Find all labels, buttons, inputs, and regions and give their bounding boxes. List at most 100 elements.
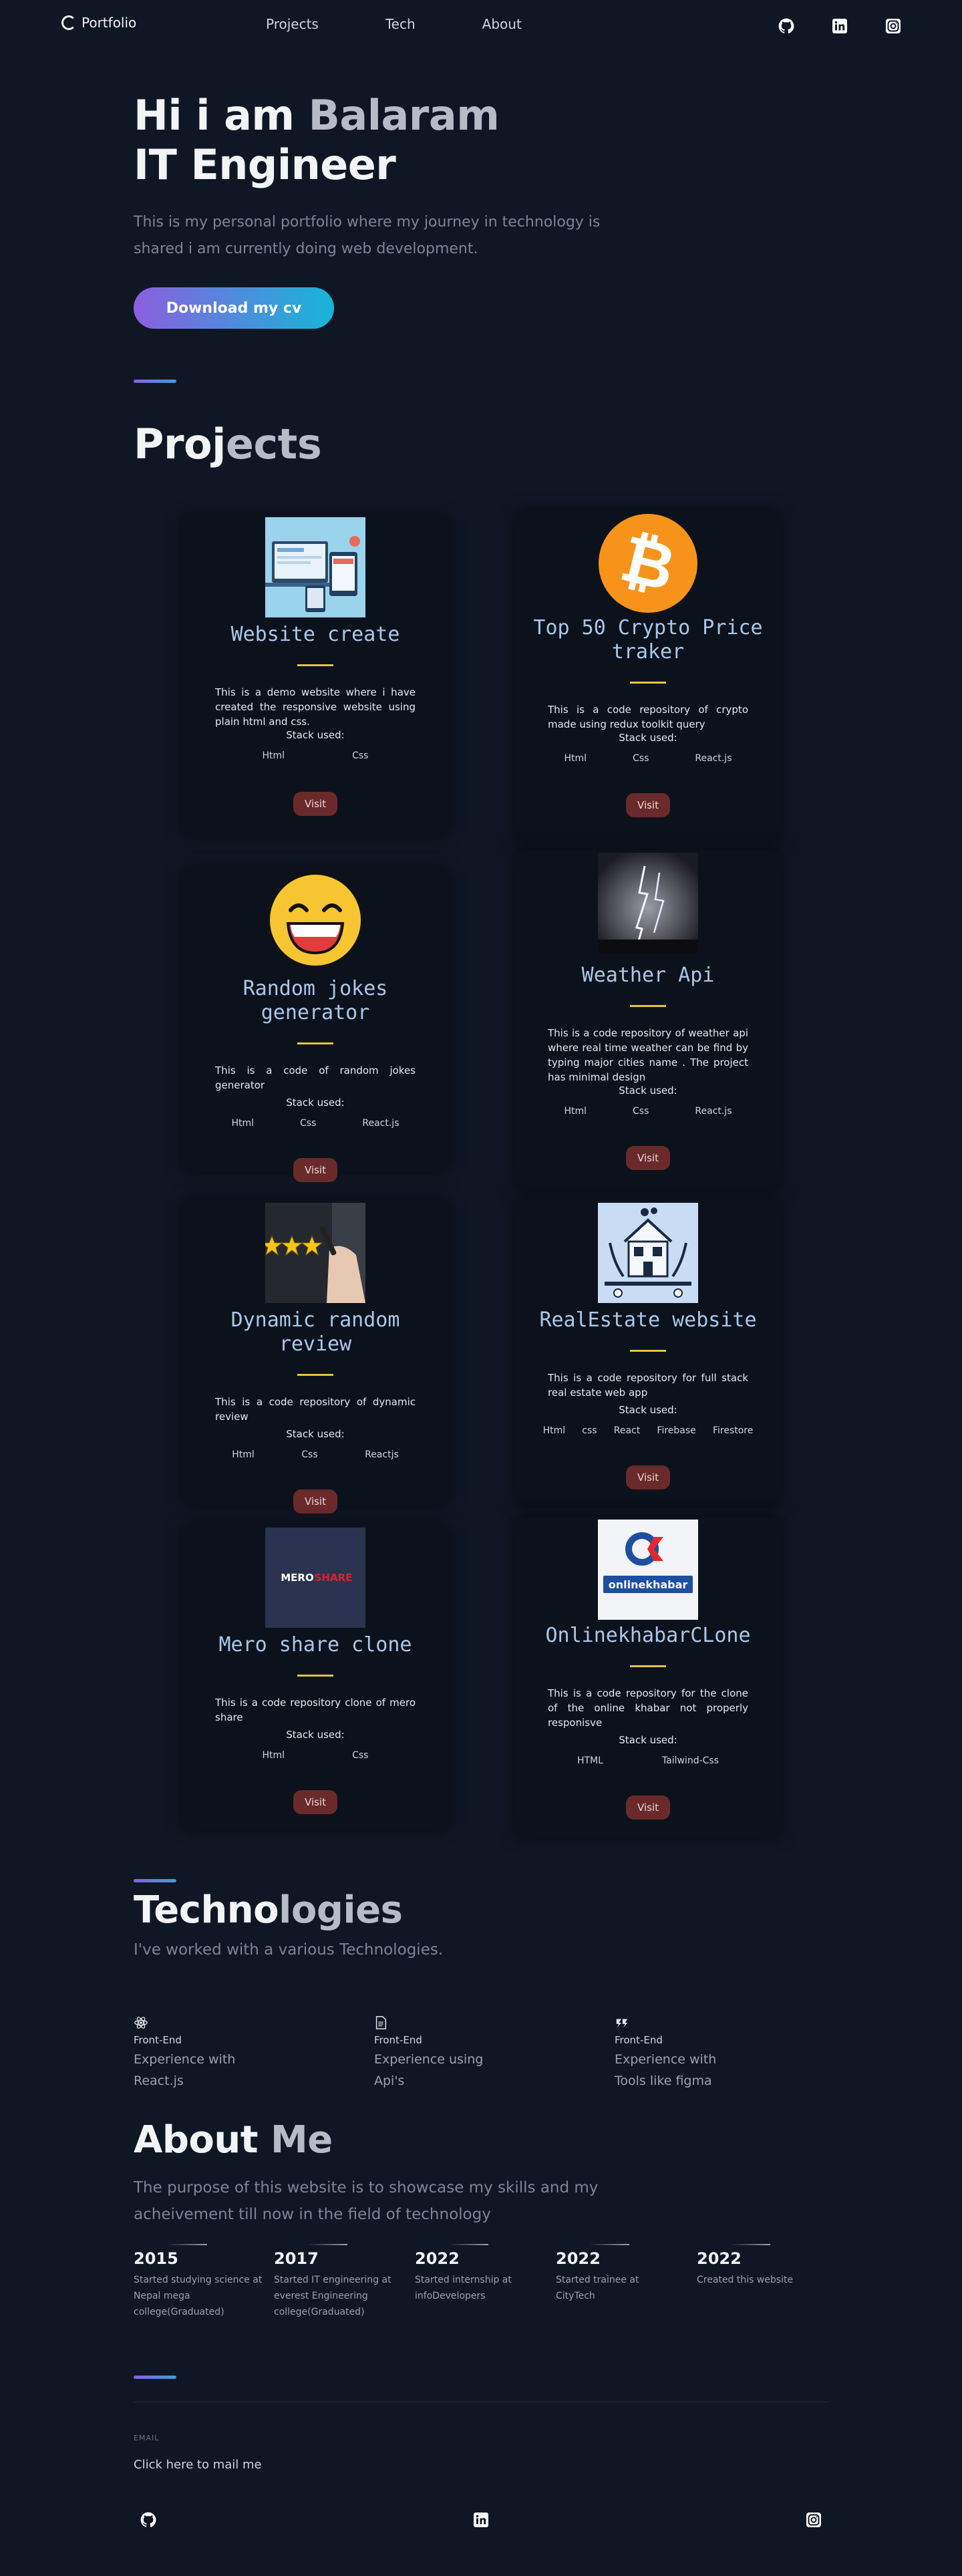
card-divider: [297, 1374, 333, 1376]
card-stack-list: Html Css React.js: [541, 1106, 755, 1117]
stack-item: React.js: [362, 1118, 399, 1129]
card-title: Top 50 Crypto Price traker: [533, 616, 763, 664]
card-divider: [630, 1005, 666, 1007]
stack-item: css: [582, 1425, 597, 1436]
footer-accent-bar: [134, 2376, 176, 2379]
tech-category: Front-End: [615, 2034, 663, 2046]
brand-logo-link[interactable]: Portfolio: [61, 15, 136, 31]
card-title: Website create: [230, 623, 400, 646]
download-cv-button[interactable]: Download my cv: [134, 287, 334, 329]
brand-logo-icon: [61, 15, 76, 30]
about-heading: About Me: [134, 2118, 333, 2162]
card-divider: [630, 1350, 666, 1352]
house-sketch-image: [598, 1203, 698, 1303]
card-stack-list: Html Css React.js: [541, 753, 755, 764]
project-card-dynamic-review: Dynamic random review This is a code rep…: [182, 1200, 449, 1514]
github-icon[interactable]: [139, 2511, 158, 2529]
timeline-year: 2022: [556, 2244, 629, 2268]
tech-item-figma: Front-End Experience with Tools like fig…: [615, 2015, 828, 2092]
hero-greeting: Hi i am: [134, 91, 309, 140]
tech-item-react: Front-End Experience with React.js: [134, 2015, 347, 2092]
card-description: This is a code repository of weather api…: [548, 1027, 748, 1083]
tech-category: Front-End: [374, 2034, 422, 2046]
stack-item: Css: [300, 1118, 317, 1129]
visit-button[interactable]: Visit: [293, 792, 337, 816]
stack-item: Html: [262, 750, 285, 761]
card-stack-list: Html Css Reactjs: [208, 1449, 422, 1460]
nav-social-icons: [778, 17, 902, 35]
projects-accent-bar: [134, 380, 176, 383]
stack-item: Css: [633, 753, 649, 764]
card-description: This is a code repository of crypto made…: [548, 704, 748, 730]
project-card-onlinekhabar: onlinekhabar OnlinekhabarCLone This is a…: [514, 1517, 782, 1838]
visit-button[interactable]: Visit: [626, 793, 670, 817]
nav-link-tech[interactable]: Tech: [385, 16, 416, 32]
github-icon[interactable]: [778, 17, 795, 35]
tech-description: Experience with React.js: [134, 2052, 236, 2088]
email-label: EMAIL: [134, 2434, 160, 2442]
card-title: Dynamic random review: [230, 1308, 400, 1356]
project-card-realestate: RealEstate website This is a code reposi…: [514, 1200, 782, 1505]
stack-item: Html: [564, 753, 587, 764]
tech-description: Experience using Api's: [374, 2052, 484, 2088]
timeline-description: Started IT engineering at everest Engine…: [274, 2275, 391, 2317]
bitcoin-image: ₿: [599, 514, 697, 613]
projects-heading-b: ects: [225, 420, 322, 468]
card-divider: [297, 664, 333, 666]
linkedin-icon[interactable]: [472, 2511, 490, 2529]
project-card-crypto-tracker: ₿ Top 50 Crypto Price traker This is a c…: [514, 511, 782, 841]
stack-item: Html: [542, 1425, 566, 1436]
card-title: OnlinekhabarCLone: [545, 1624, 751, 1647]
stack-item: Css: [352, 1750, 369, 1761]
card-stack-list: Html Css: [228, 750, 402, 761]
card-stack-list: Html Css React.js: [208, 1118, 422, 1129]
nav-link-projects[interactable]: Projects: [266, 16, 319, 32]
stack-item: Html: [262, 1750, 285, 1761]
about-subtitle: The purpose of this website is to showca…: [134, 2179, 599, 2223]
react-icon: [134, 2015, 150, 2031]
project-card-weather-api: Weather Api This is a code repository of…: [514, 850, 782, 1189]
card-stack-label: Stack used:: [619, 1404, 677, 1416]
card-description: This is a code repository for full stack…: [548, 1372, 748, 1399]
hero-role: IT Engineer: [134, 140, 396, 189]
card-stack-label: Stack used:: [619, 1085, 677, 1097]
timeline-year: 2017: [274, 2244, 347, 2268]
timeline-item: 2017 Started IT engineering at everest E…: [274, 2244, 408, 2320]
stack-item: Reactjs: [365, 1449, 399, 1460]
svg-text:SHARE: SHARE: [315, 1572, 353, 1584]
stack-item: Css: [352, 750, 369, 761]
project-card-mero-share: MERO SHARE Mero share clone This is a co…: [182, 1525, 449, 1830]
visit-button[interactable]: Visit: [293, 1489, 337, 1514]
card-description: This is a demo website where i have crea…: [215, 686, 416, 728]
visit-button[interactable]: Visit: [293, 1790, 337, 1814]
mail-me-link[interactable]: Click here to mail me: [134, 2458, 262, 2472]
stack-item: Tailwind-Css: [661, 1755, 719, 1766]
card-stack-label: Stack used:: [286, 1428, 345, 1440]
api-file-icon: [374, 2015, 390, 2031]
timeline-item: 2022 Started internship at infoDeveloper…: [415, 2244, 548, 2304]
card-description: This is a code of random jokes generator: [215, 1064, 416, 1091]
card-stack-label: Stack used:: [619, 1734, 677, 1746]
tech-category: Front-End: [134, 2034, 182, 2046]
linkedin-icon[interactable]: [831, 17, 848, 35]
card-divider: [630, 682, 666, 684]
instagram-icon[interactable]: [804, 2511, 823, 2529]
figma-icon: [615, 2015, 631, 2031]
top-nav: Portfolio Projects Tech About: [0, 0, 962, 49]
svg-text:onlinekhabar: onlinekhabar: [609, 1578, 688, 1591]
card-description: This is a code repository clone of mero …: [215, 1697, 416, 1723]
tech-description: Experience with Tools like figma: [615, 2052, 717, 2088]
stack-item: HTML: [577, 1755, 603, 1766]
mero-share-logo-image: MERO SHARE: [265, 1528, 365, 1628]
website-create-image: [265, 517, 365, 617]
visit-button[interactable]: Visit: [626, 1146, 670, 1170]
instagram-icon[interactable]: [885, 17, 902, 35]
visit-button[interactable]: Visit: [626, 1465, 670, 1489]
visit-button[interactable]: Visit: [626, 1796, 670, 1820]
tech-subtitle: I've worked with a various Technologies.: [134, 1941, 444, 1959]
lightning-storm-image: [598, 853, 698, 953]
card-title: RealEstate website: [539, 1308, 757, 1332]
tech-heading-a: Techno: [134, 1888, 279, 1932]
nav-link-about[interactable]: About: [482, 16, 522, 32]
visit-button[interactable]: Visit: [293, 1158, 337, 1182]
